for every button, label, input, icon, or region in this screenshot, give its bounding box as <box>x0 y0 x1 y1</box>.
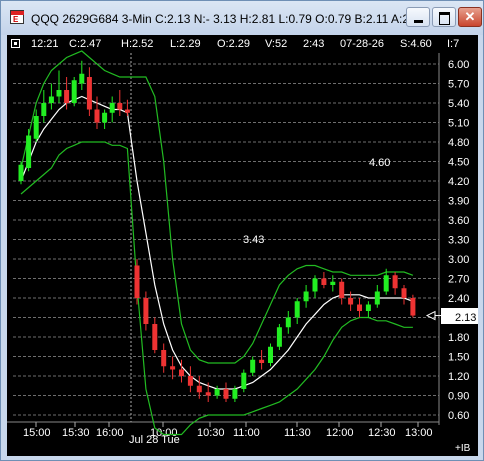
last-price-label: 2.13 <box>455 312 476 324</box>
y-tick-label: 5.10 <box>448 118 469 130</box>
y-tick-label: 1.20 <box>448 371 469 383</box>
candle-body <box>18 164 24 181</box>
candle-body <box>294 301 300 318</box>
candle-body <box>64 90 70 103</box>
candle-body <box>124 109 130 113</box>
x-tick-label: 12:00 <box>326 427 354 439</box>
candle-body <box>86 77 92 110</box>
y-tick-label: 3.30 <box>448 235 469 247</box>
x-tick-label: 12:30 <box>368 427 396 439</box>
level-label-mid: 3.43 <box>243 234 264 246</box>
candle-body <box>250 359 256 373</box>
candle-body <box>79 73 85 84</box>
candle-body <box>33 116 39 139</box>
candle-body <box>214 389 220 396</box>
y-tick-label: 4.20 <box>448 176 469 188</box>
y-tick-label: 3.00 <box>448 254 469 266</box>
candle-body <box>94 109 100 123</box>
candle-body <box>41 103 47 116</box>
candle-body <box>26 135 32 168</box>
y-tick-label: 0.90 <box>448 391 469 403</box>
level-label-high: 4.60 <box>369 157 390 169</box>
y-tick-label: 2.70 <box>448 274 469 286</box>
candle-body <box>102 112 108 123</box>
price-chart[interactable]: 12:21 C:2.47 H:2.52 L:2.29 O:2.29 V:52 2… <box>7 35 478 456</box>
candle-body <box>152 324 158 350</box>
candle-body <box>357 304 362 311</box>
candle-body <box>392 275 398 289</box>
y-tick-label: 4.80 <box>448 137 469 149</box>
candle-body <box>348 298 354 305</box>
maximize-icon[interactable] <box>432 7 456 27</box>
candle-body <box>48 96 54 103</box>
candle-body <box>232 389 238 399</box>
chart-window: E QQQ 2629G684 3-Min C:2.13 N:- 3.13 H:2… <box>0 0 484 461</box>
x-tick-label: 10:30 <box>197 427 225 439</box>
candle-body <box>259 359 265 363</box>
candle-body <box>383 275 389 292</box>
candle-body <box>241 372 247 389</box>
y-tick-label: 1.80 <box>448 332 469 344</box>
minimize-icon[interactable] <box>406 7 430 27</box>
x-tick-label: 11:00 <box>233 427 260 439</box>
y-tick-label: 6.00 <box>448 59 469 71</box>
candle-body <box>196 385 202 393</box>
candle-body <box>134 265 140 298</box>
candle-body <box>330 281 336 285</box>
y-tick-label: 1.50 <box>448 352 469 364</box>
x-tick-label: 11:30 <box>284 427 311 439</box>
y-tick-label: 2.40 <box>448 293 469 305</box>
x-tick-label: 15:00 <box>23 427 51 439</box>
y-tick-label: 3.90 <box>448 196 469 208</box>
candle-body <box>187 376 193 386</box>
candle-body <box>205 392 211 396</box>
close-glyph: ✕ <box>464 9 476 24</box>
candle-body <box>56 90 62 97</box>
average-line <box>20 95 414 390</box>
candle-body <box>223 389 229 399</box>
close-icon[interactable]: ✕ <box>458 7 482 27</box>
x-tick-label: 16:00 <box>96 427 124 439</box>
last-price-arrow <box>425 310 436 321</box>
candle-body <box>143 298 149 324</box>
candle-body <box>276 327 282 347</box>
app-icon-letter: E <box>13 15 19 24</box>
candle-body <box>117 103 123 110</box>
title-bar[interactable]: E QQQ 2629G684 3-Min C:2.13 N:- 3.13 H:2… <box>1 1 483 35</box>
candle-body <box>401 288 407 298</box>
candle-body <box>410 298 416 316</box>
date-label: Jul 28 Tue <box>129 434 180 446</box>
x-tick-label: 15:30 <box>62 427 90 439</box>
plot-area[interactable]: 6.00 5.70 5.40 5.10 4.80 4.50 4.20 3.90 3.60 3.30… <box>7 35 478 456</box>
candle-body <box>312 278 318 292</box>
candle-body <box>170 366 176 370</box>
y-tick-label: 5.70 <box>448 79 469 91</box>
candle-body <box>303 291 309 302</box>
candle-body <box>268 346 273 363</box>
y-tick-label: 3.60 <box>448 215 469 227</box>
y-tick-label: 4.50 <box>448 157 469 169</box>
candle-body <box>321 278 327 285</box>
candle-body <box>285 317 291 328</box>
candle-body <box>179 369 184 376</box>
candle-body <box>71 80 77 103</box>
corner-label: +IB <box>455 443 471 454</box>
candle-body <box>365 304 371 311</box>
candle-body <box>161 350 167 367</box>
y-tick-label: 5.40 <box>448 98 469 110</box>
x-tick-label: 13:00 <box>405 427 433 439</box>
app-icon[interactable]: E <box>10 10 24 24</box>
window-title: QQQ 2629G684 3-Min C:2.13 N:- 3.13 H:2.8… <box>31 12 426 26</box>
y-tick-label: 0.60 <box>448 410 469 422</box>
candle-body <box>109 103 115 113</box>
candle-body <box>339 281 345 298</box>
candle-body <box>374 291 380 305</box>
